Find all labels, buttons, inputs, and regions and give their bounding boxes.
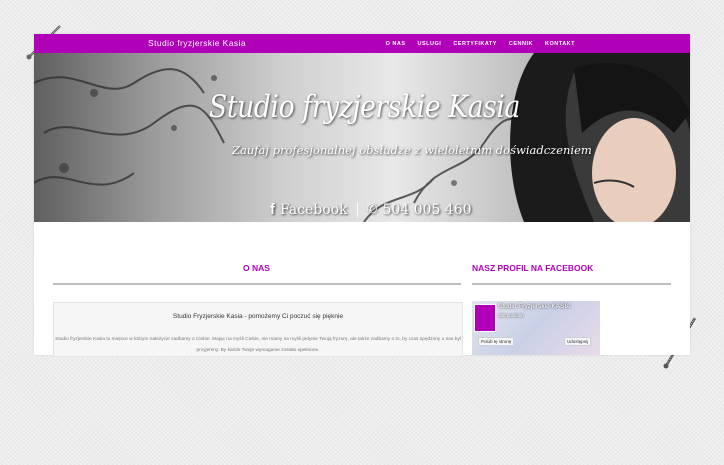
divider	[356, 202, 358, 217]
hero-contact-bar: f Facebook ✆ 504 005 460	[270, 201, 472, 218]
phone-icon: ✆	[366, 202, 378, 217]
about-box: Studio Fryzjerskie Kasia - pomożemy Ci p…	[53, 302, 463, 357]
facebook-like-button[interactable]: Polub tę stronę	[478, 337, 515, 346]
menu-item-cennik[interactable]: CENNIK	[509, 41, 533, 47]
about-divider	[53, 283, 461, 285]
menu-item-o-nas[interactable]: O NAS	[386, 41, 406, 47]
facebook-icon[interactable]: f	[270, 201, 275, 218]
main-menu: O NAS USLUGI CERTYFIKATY CENNIK KONTAKT	[386, 34, 575, 53]
menu-item-certyfikaty[interactable]: CERTYFIKATY	[453, 41, 497, 47]
site-brand[interactable]: Studio fryzjerskie Kasia	[148, 38, 246, 48]
hero-subtitle: Zaufaj profesjonalnej obsłudze z wielole…	[232, 143, 592, 157]
facebook-share-button[interactable]: Udostępnij	[564, 337, 592, 346]
about-heading: O NAS	[243, 263, 270, 273]
menu-item-uslugi[interactable]: USLUGI	[418, 41, 442, 47]
facebook-divider	[472, 283, 671, 285]
about-text: Studio fryzjerskie Kasia to miejsce w kt…	[55, 337, 461, 353]
top-navbar: Studio fryzjerskie Kasia O NAS USLUGI CE…	[34, 34, 690, 53]
hero-title: Studio fryzjerskie Kasia	[209, 89, 520, 125]
facebook-page-avatar[interactable]	[474, 304, 496, 332]
facebook-likes: 280 polubień	[498, 313, 524, 318]
facebook-link[interactable]: Facebook	[280, 202, 348, 218]
menu-item-kontakt[interactable]: KONTAKT	[545, 41, 575, 47]
hero-banner: Studio fryzjerskie Kasia Zaufaj profesjo…	[34, 53, 690, 222]
facebook-page-name[interactable]: Studio Fryzjerskie KASIA	[498, 303, 571, 310]
phone-number[interactable]: 504 005 460	[382, 202, 471, 218]
facebook-widget[interactable]: Studio Fryzjerskie KASIA 280 polubień Po…	[472, 301, 600, 355]
about-box-title: Studio Fryzjerskie Kasia - pomożemy Ci p…	[172, 313, 344, 320]
facebook-heading: NASZ PROFIL NA FACEBOOK	[472, 263, 594, 273]
hero-artwork	[34, 53, 690, 222]
